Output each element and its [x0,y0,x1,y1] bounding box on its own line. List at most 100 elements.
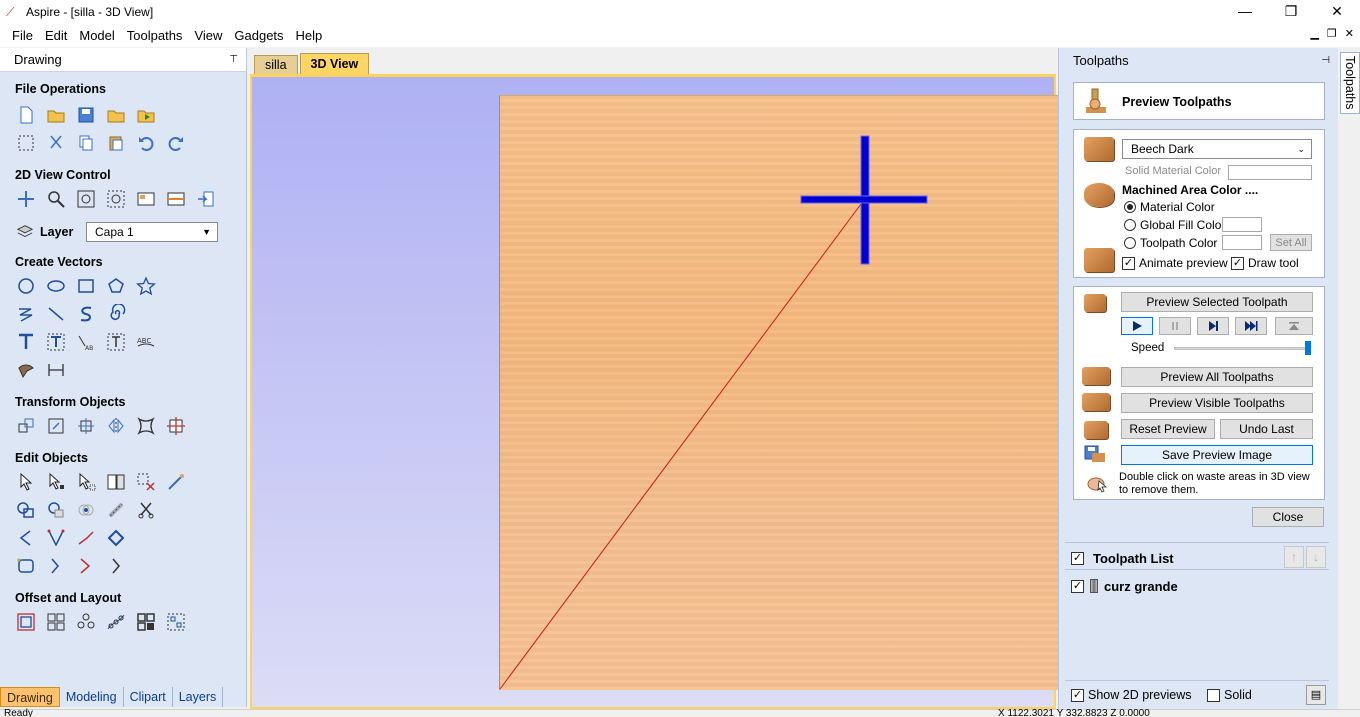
preview-selected-toolpath-button[interactable]: Preview Selected Toolpath [1121,292,1313,312]
cut-icon[interactable] [44,131,68,155]
scale-icon[interactable] [44,414,68,438]
draw-star-icon[interactable] [134,274,158,298]
circular-array-icon[interactable] [74,610,98,634]
radio-global-fill-dot[interactable] [1124,219,1136,231]
mdi-restore-icon[interactable]: ❐ [1327,27,1337,40]
fillet-icon[interactable] [104,498,128,522]
menu-file[interactable]: File [6,24,39,47]
arc-text-icon[interactable]: ABC [134,330,158,354]
toolpath-item-check-icon[interactable]: ✓ [1071,579,1084,593]
step-forward-button[interactable] [1197,317,1229,335]
select-all-icon[interactable] [14,131,38,155]
trace-bitmap-icon[interactable] [14,358,38,382]
menu-edit[interactable]: Edit [39,24,73,47]
show-2d-previews-check-icon[interactable]: ✓ [1071,688,1084,702]
mdi-minimize-icon[interactable]: ▁ [1310,27,1318,40]
extend-icon[interactable] [44,554,68,578]
animate-preview-check-icon[interactable]: ✓ [1122,256,1135,270]
move-down-icon[interactable]: ↓ [1306,546,1326,568]
measure-icon[interactable] [164,470,188,494]
text-frame-icon[interactable] [104,330,128,354]
draw-tool-check-icon[interactable]: ✓ [1231,256,1244,270]
subtract-icon[interactable] [44,498,68,522]
undo-icon[interactable] [134,131,158,155]
open-folder-icon[interactable] [104,103,128,127]
smooth-vector-icon[interactable] [14,554,38,578]
set-all-button[interactable]: Set All [1270,234,1312,251]
sheet-nesting-icon[interactable] [164,610,188,634]
tab-modeling[interactable]: Modeling [59,687,124,707]
side-tab-toolpaths[interactable]: Toolpaths [1340,52,1360,114]
menu-view[interactable]: View [188,24,228,47]
redo-icon[interactable] [164,131,188,155]
solid-check-icon[interactable] [1207,688,1220,702]
radio-toolpath-color-dot[interactable] [1124,237,1136,249]
mirror-icon[interactable] [104,414,128,438]
paste-icon[interactable] [104,131,128,155]
distort-icon[interactable] [134,414,158,438]
draw-spiral-icon[interactable] [104,302,128,326]
menu-gadgets[interactable]: Gadgets [228,24,289,47]
radio-global-fill-color[interactable]: Global Fill Color [1124,218,1225,232]
rewind-button[interactable] [1275,317,1313,335]
rotate-icon[interactable] [74,414,98,438]
toolpath-color-select[interactable] [1222,235,1262,250]
zoom-icon[interactable] [44,187,68,211]
preview-all-toolpaths-button[interactable]: Preview All Toolpaths [1121,367,1313,387]
toolpath-list-item[interactable]: ✓ curz grande [1071,577,1178,595]
export-view-icon[interactable] [194,187,218,211]
pause-button[interactable] [1159,317,1191,335]
material-select[interactable]: Beech Dark ⌄ [1122,139,1312,159]
solid-checkbox[interactable]: Solid [1207,688,1252,702]
move-up-icon[interactable]: ↑ [1284,546,1304,568]
shape-outline-icon[interactable] [104,526,128,550]
show-2d-previews-checkbox[interactable]: ✓ Show 2D previews [1071,688,1192,702]
pin-icon[interactable]: ⊤ [229,54,238,65]
interactive-select-icon[interactable] [74,470,98,494]
fast-forward-button[interactable] [1235,317,1267,335]
node-edit-icon[interactable] [44,470,68,494]
minimize-button[interactable]: — [1222,0,1268,24]
view-layout-icon[interactable] [134,187,158,211]
split-view-icon[interactable] [164,187,188,211]
pin-icon[interactable]: ⊣ [1321,55,1330,66]
zoom-extents-icon[interactable] [74,187,98,211]
dimension-icon[interactable] [44,358,68,382]
text-on-curve-icon[interactable]: AB [74,330,98,354]
maximize-button[interactable]: ❐ [1268,0,1314,24]
zoom-selection-icon[interactable] [104,187,128,211]
pan-icon[interactable] [14,187,38,211]
doc-tab-3d-view[interactable]: 3D View [299,53,370,74]
draw-circle-icon[interactable] [14,274,38,298]
import-icon[interactable] [134,103,158,127]
draw-ellipse-icon[interactable] [44,274,68,298]
open-file-icon[interactable] [44,103,68,127]
radio-material-color[interactable]: Material Color [1124,200,1215,214]
array-copy-icon[interactable] [44,610,68,634]
undo-last-button[interactable]: Undo Last [1220,419,1313,439]
radio-material-color-dot[interactable] [1124,201,1136,213]
extend-curve-icon[interactable] [74,554,98,578]
close-preview-button[interactable]: Close [1252,507,1324,527]
animate-preview-checkbox[interactable]: ✓ Animate preview [1122,256,1228,270]
mdi-close-icon[interactable]: ✕ [1345,27,1354,40]
toolpath-list-checkbox[interactable]: ✓ Toolpath List [1071,551,1174,566]
tab-layers[interactable]: Layers [172,687,224,707]
draw-rectangle-icon[interactable] [74,274,98,298]
weld-icon[interactable] [14,498,38,522]
intersect-icon[interactable] [74,498,98,522]
layer-select[interactable]: Capa 1 ▼ [86,222,218,242]
select-icon[interactable] [14,470,38,494]
curve-fit-icon[interactable] [74,526,98,550]
align-icon[interactable] [164,414,188,438]
3d-viewport[interactable] [250,74,1058,709]
trim-icon[interactable] [134,498,158,522]
text-tool-icon[interactable] [14,330,38,354]
selection-tools-icon[interactable] [104,470,128,494]
draw-curve-icon[interactable] [74,302,98,326]
draw-line-icon[interactable] [44,302,68,326]
draw-polyline-icon[interactable] [14,302,38,326]
copy-along-vector-icon[interactable] [104,610,128,634]
doc-tab-silla[interactable]: silla [254,55,298,74]
global-fill-color-select[interactable] [1222,217,1262,232]
